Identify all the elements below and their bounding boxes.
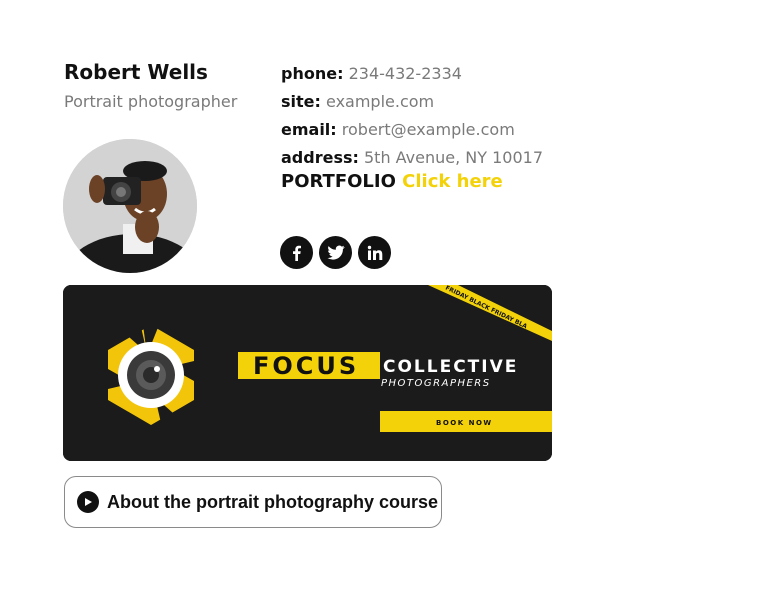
promo-banner[interactable]: FRIDAY BLACK FRIDAY BLA FOCUS COLLECTIVE…: [63, 285, 552, 461]
phone-value: 234-432-2334: [348, 64, 462, 83]
address-label: address:: [281, 148, 359, 167]
site-row: site: example.com: [281, 88, 543, 116]
twitter-icon[interactable]: [319, 236, 352, 269]
phone-row: phone: 234-432-2334: [281, 60, 543, 88]
play-icon: [77, 491, 99, 513]
profile-title: Portrait photographer: [64, 92, 238, 111]
email-label: email:: [281, 120, 337, 139]
linkedin-icon[interactable]: [358, 236, 391, 269]
address-row: address: 5th Avenue, NY 10017: [281, 144, 543, 172]
portfolio-link[interactable]: Click here: [402, 171, 503, 192]
book-now-label[interactable]: BOOK NOW: [436, 419, 493, 427]
site-link[interactable]: example.com: [326, 92, 434, 111]
facebook-icon[interactable]: [280, 236, 313, 269]
banner-subtitle: PHOTOGRAPHERS: [381, 378, 491, 389]
address-value: 5th Avenue, NY 10017: [363, 148, 544, 167]
profile-name: Robert Wells: [64, 60, 208, 84]
email-row: email: robert@example.com: [281, 116, 543, 144]
site-label: site:: [281, 92, 321, 111]
portfolio-row: PORTFOLIO Click here: [281, 171, 503, 192]
email-link[interactable]: robert@example.com: [342, 120, 515, 139]
contact-info: phone: 234-432-2334 site: example.com em…: [281, 60, 543, 172]
course-button-label: About the portrait photography course: [107, 491, 438, 512]
photographer-photo: [63, 139, 197, 273]
phone-label: phone:: [281, 64, 344, 83]
portfolio-label: PORTFOLIO: [281, 171, 396, 192]
banner-brand-suffix: COLLECTIVE: [383, 357, 518, 377]
avatar: [63, 139, 197, 273]
banner-brand: FOCUS: [253, 352, 359, 380]
course-button[interactable]: About the portrait photography course: [64, 476, 442, 528]
social-links: [280, 236, 391, 269]
